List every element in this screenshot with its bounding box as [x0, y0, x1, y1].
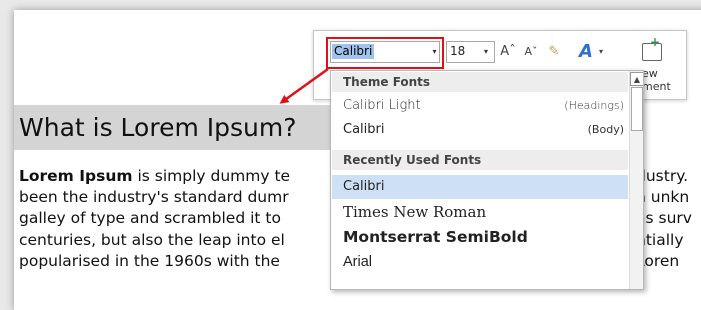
callout-arrow	[279, 67, 329, 104]
